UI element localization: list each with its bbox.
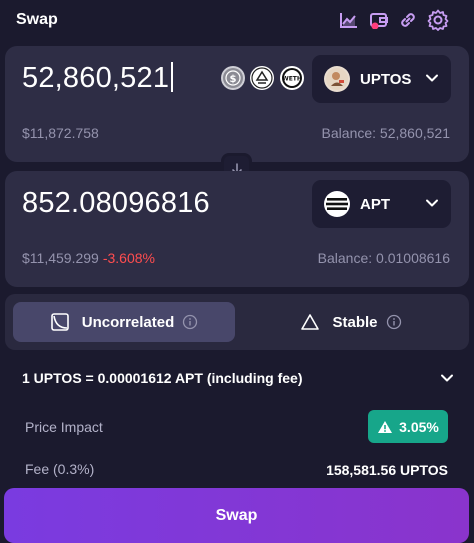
from-token-select[interactable]: UPTOS xyxy=(312,55,451,103)
from-token-card: 52,860,521 $ WETH UPTOS $11,872.758 Bala… xyxy=(5,46,469,162)
from-balance[interactable]: Balance: 52,860,521 xyxy=(322,125,450,141)
from-token-label: UPTOS xyxy=(360,70,412,88)
to-amount-input[interactable]: 852.08096816 xyxy=(22,187,210,220)
usdc-token-icon[interactable]: $ xyxy=(221,66,245,90)
token-icon[interactable] xyxy=(250,66,274,90)
curve-type-selector: Uncorrelated Stable xyxy=(5,294,469,350)
weth-token-icon[interactable]: WETH xyxy=(280,66,304,90)
info-icon[interactable] xyxy=(182,314,198,330)
svg-text:WETH: WETH xyxy=(282,76,302,83)
to-usd-amount: $11,459.299 xyxy=(22,250,99,266)
curve-option-uncorrelated[interactable]: Uncorrelated xyxy=(13,302,235,342)
to-token-label: APT xyxy=(360,195,390,213)
from-amount-value: 52,860,521 xyxy=(22,62,170,94)
to-usd-value: $11,459.299 -3.608% xyxy=(22,250,155,266)
curve-option-stable[interactable]: Stable xyxy=(241,302,461,342)
price-change: -3.608% xyxy=(102,250,155,266)
link-icon[interactable] xyxy=(396,8,420,32)
settings-icon[interactable] xyxy=(426,8,450,32)
chevron-down-icon xyxy=(425,71,439,90)
curve-option-label: Uncorrelated xyxy=(81,313,175,331)
chart-icon[interactable] xyxy=(337,8,361,32)
wallet-icon[interactable] xyxy=(367,8,391,32)
price-impact-label: Price Impact xyxy=(25,419,103,435)
info-icon[interactable] xyxy=(386,314,402,330)
swap-button[interactable]: Swap xyxy=(4,488,469,543)
curve-option-label: Stable xyxy=(332,313,378,331)
fee-label: Fee (0.3%) xyxy=(25,461,95,477)
chevron-down-icon xyxy=(440,371,454,390)
fee-value: 158,581.56 UPTOS xyxy=(326,462,448,478)
page-title: Swap xyxy=(16,11,58,28)
warning-icon xyxy=(377,420,393,434)
price-impact-value: 3.05% xyxy=(399,418,439,435)
price-impact-badge: 3.05% xyxy=(368,410,448,443)
from-usd-value: $11,872.758 xyxy=(22,125,99,141)
to-token-card: 852.08096816 APT $11,459.299 -3.608% Bala… xyxy=(5,171,469,287)
exchange-rate-text: 1 UPTOS = 0.00001612 APT (including fee) xyxy=(22,370,303,386)
to-balance: Balance: 0.01008616 xyxy=(317,250,450,266)
stable-curve-icon xyxy=(300,312,320,332)
header: Swap xyxy=(0,0,474,42)
to-token-select[interactable]: APT xyxy=(312,180,451,228)
apt-token-icon xyxy=(324,191,350,217)
chevron-down-icon xyxy=(425,196,439,215)
uncorrelated-curve-icon xyxy=(50,312,70,332)
exchange-rate-toggle[interactable]: 1 UPTOS = 0.00001612 APT (including fee) xyxy=(0,362,474,394)
uptos-token-icon xyxy=(324,66,350,92)
svg-text:$: $ xyxy=(230,74,237,85)
from-amount-input[interactable]: 52,860,521 xyxy=(22,62,174,95)
text-caret xyxy=(171,62,174,92)
